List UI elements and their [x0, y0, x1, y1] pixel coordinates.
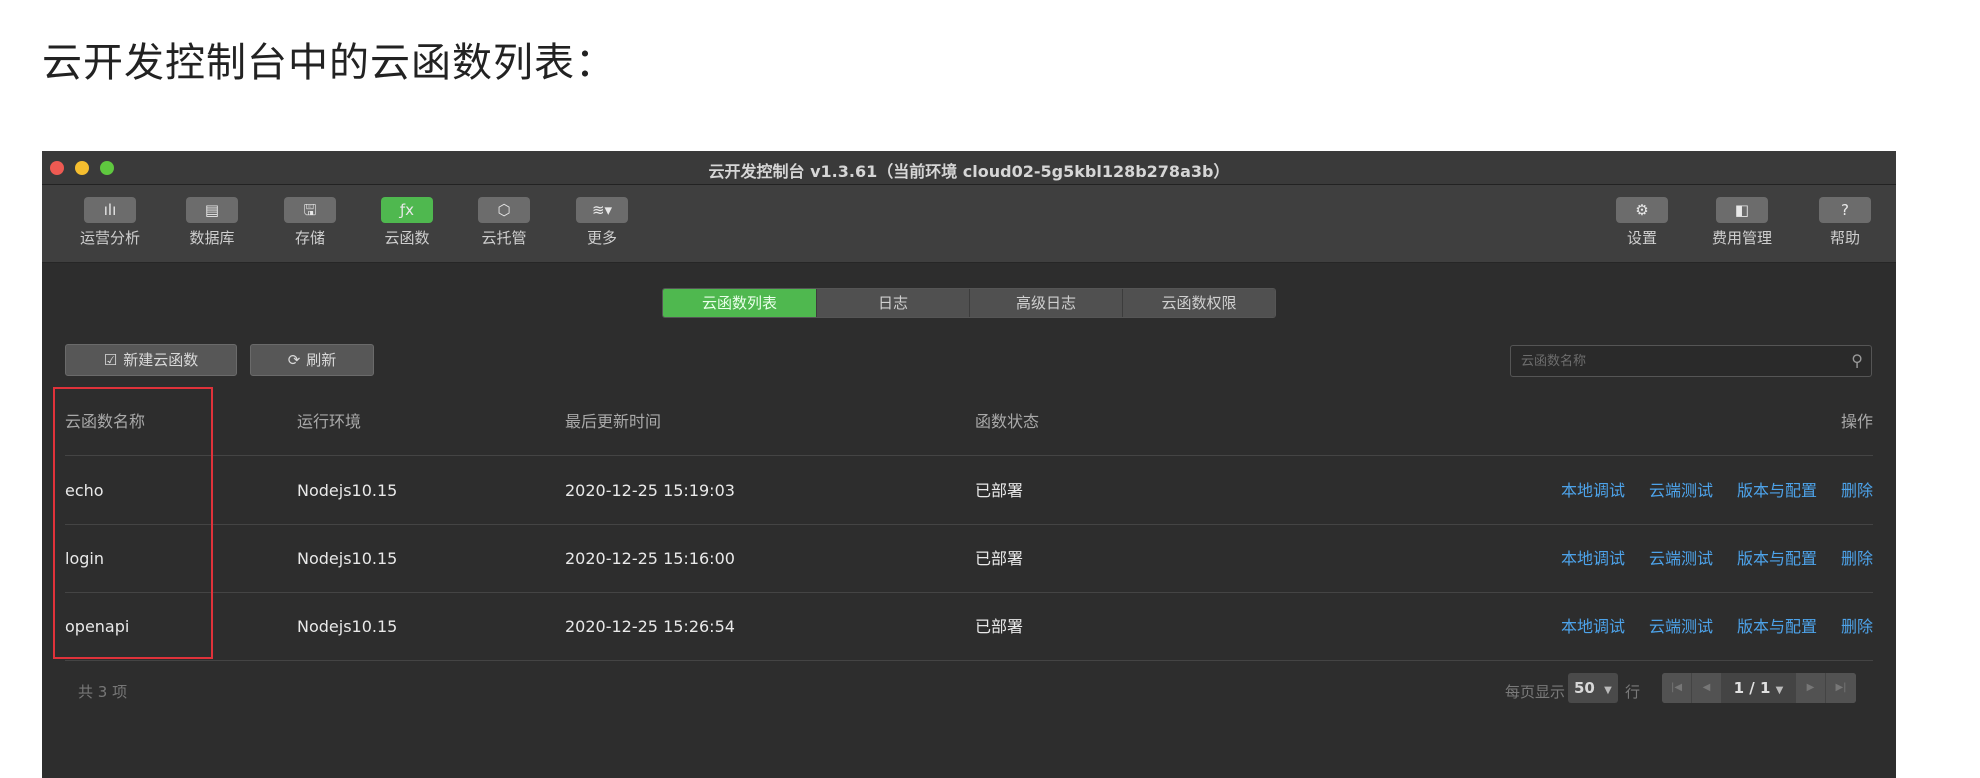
chevron-down-icon: ▼	[1604, 685, 1612, 696]
action-3-link[interactable]: 删除	[1841, 481, 1873, 500]
action-0-link[interactable]: 本地调试	[1561, 481, 1625, 500]
toolbar-billing[interactable]: ◧ 费用管理	[1702, 197, 1782, 248]
toolbar-label: 云函数	[384, 229, 430, 247]
header-time: 最后更新时间	[565, 412, 662, 431]
tab-0[interactable]: 云函数列表	[663, 289, 816, 317]
action-2-link[interactable]: 版本与配置	[1737, 617, 1817, 636]
toolbar-label: 运营分析	[79, 229, 140, 247]
cell-time: 2020-12-25 15:26:54	[565, 617, 735, 636]
function-search: ⚲	[1510, 345, 1872, 377]
help-icon: ?	[1819, 197, 1871, 223]
rows-unit-label: 行	[1625, 683, 1641, 701]
cube-icon: ⬡	[478, 197, 530, 223]
prev-page-icon[interactable]: ◀	[1692, 673, 1722, 703]
cell-status: 已部署	[975, 617, 1024, 636]
page-indicator-text: 1 / 1	[1733, 679, 1771, 697]
chevron-down-icon: ▼	[1775, 685, 1784, 696]
toolbar-label: 设置	[1626, 229, 1657, 247]
toolbar-help[interactable]: ? 帮助	[1805, 197, 1885, 248]
search-icon[interactable]: ⚲	[1851, 351, 1863, 370]
toolbar-gear[interactable]: ⚙ 设置	[1602, 197, 1682, 248]
toolbar-label: 数据库	[189, 229, 235, 247]
toolbar-label: 更多	[586, 229, 617, 247]
toolbar-function[interactable]: ƒx 云函数	[367, 197, 447, 248]
cell-time: 2020-12-25 15:16:00	[565, 549, 735, 568]
new-function-button[interactable]: ☑ 新建云函数	[65, 344, 237, 376]
action-1-link[interactable]: 云端测试	[1649, 617, 1713, 636]
first-page-icon[interactable]: |◀	[1662, 673, 1692, 703]
database-icon: ▤	[186, 197, 238, 223]
refresh-icon: ⟳	[287, 351, 301, 369]
gear-icon: ⚙	[1616, 197, 1668, 223]
cell-time: 2020-12-25 15:19:03	[565, 481, 735, 500]
next-page-icon[interactable]: ▶	[1796, 673, 1826, 703]
table-row: login Nodejs10.15 2020-12-25 15:16:00 已部署 本地…	[65, 525, 1873, 593]
action-3-link[interactable]: 删除	[1841, 617, 1873, 636]
last-page-icon[interactable]: ▶|	[1826, 673, 1856, 703]
action-2-link[interactable]: 版本与配置	[1737, 549, 1817, 568]
action-1-link[interactable]: 云端测试	[1649, 549, 1713, 568]
toolbar-layers[interactable]: ≋▾ 更多	[562, 197, 642, 248]
toolbar-label: 云托管	[481, 229, 527, 247]
action-3-link[interactable]: 删除	[1841, 549, 1873, 568]
edit-icon: ☑	[103, 351, 118, 369]
tab-2[interactable]: 高级日志	[969, 289, 1122, 317]
page-size-select[interactable]: 50 ▼	[1568, 673, 1618, 703]
storage-icon: 🖫	[284, 197, 336, 223]
toolbar-label: 存储	[294, 229, 325, 247]
window-title: 云开发控制台 v1.3.61（当前环境 cloud02-5g5kbl128b27…	[708, 162, 1230, 181]
page-heading: 云开发控制台中的云函数列表：	[42, 40, 616, 86]
toolbar-database[interactable]: ▤ 数据库	[172, 197, 252, 248]
cell-env: Nodejs10.15	[297, 617, 398, 636]
cell-status: 已部署	[975, 549, 1024, 568]
bar-chart-icon: ılı	[84, 197, 136, 223]
page-size-value: 50	[1574, 679, 1595, 697]
cell-status: 已部署	[975, 481, 1024, 500]
function-icon: ƒx	[381, 197, 433, 223]
new-function-label: 新建云函数	[123, 351, 199, 369]
toolbar-cube[interactable]: ⬡ 云托管	[464, 197, 544, 248]
refresh-label: 刷新	[306, 351, 337, 369]
name-column-highlight	[53, 387, 213, 659]
cell-env: Nodejs10.15	[297, 481, 398, 500]
table-header: 云函数名称 运行环境 最后更新时间 函数状态 操作	[65, 388, 1873, 456]
action-0-link[interactable]: 本地调试	[1561, 549, 1625, 568]
toolbar-label: 帮助	[1829, 229, 1860, 247]
action-1-link[interactable]: 云端测试	[1649, 481, 1713, 500]
toolbar-bar-chart[interactable]: ılı 运营分析	[70, 197, 150, 248]
toolbar-label: 费用管理	[1711, 229, 1772, 247]
total-count: 共 3 项	[78, 683, 128, 701]
action-0-link[interactable]: 本地调试	[1561, 617, 1625, 636]
function-tabs: 云函数列表 日志 高级日志 云函数权限	[662, 288, 1276, 318]
header-env: 运行环境	[297, 412, 362, 431]
billing-icon: ◧	[1716, 197, 1768, 223]
header-ops: 操作	[1840, 412, 1873, 431]
layers-icon: ≋▾	[576, 197, 628, 223]
cell-env: Nodejs10.15	[297, 549, 398, 568]
table-row: echo Nodejs10.15 2020-12-25 15:19:03 已部署 本地调…	[65, 457, 1873, 525]
row-actions: 本地调试 云端测试 版本与配置 删除	[1561, 593, 1873, 661]
row-actions: 本地调试 云端测试 版本与配置 删除	[1561, 457, 1873, 525]
tab-1[interactable]: 日志	[816, 289, 969, 317]
header-status: 函数状态	[975, 412, 1040, 431]
pagination: |◀ ◀ 1 / 1 ▼ ▶ ▶|	[1662, 673, 1856, 703]
refresh-button[interactable]: ⟳ 刷新	[250, 344, 374, 376]
toolbar-storage[interactable]: 🖫 存储	[270, 197, 350, 248]
per-page-label: 每页显示	[1505, 683, 1566, 701]
table-row: openapi Nodejs10.15 2020-12-25 15:26:54 已部署…	[65, 593, 1873, 661]
page-indicator[interactable]: 1 / 1 ▼	[1722, 673, 1796, 703]
action-2-link[interactable]: 版本与配置	[1737, 481, 1817, 500]
row-actions: 本地调试 云端测试 版本与配置 删除	[1561, 525, 1873, 593]
title-bar: 云开发控制台 v1.3.61（当前环境 cloud02-5g5kbl128b27…	[42, 151, 1896, 185]
tab-3[interactable]: 云函数权限	[1122, 289, 1275, 317]
search-input[interactable]	[1521, 346, 1821, 376]
toolbar: ılı 运营分析 ▤ 数据库 🖫 存储 ƒx 云函数 ⬡ 云托管 ≋▾ 更多 ⚙ 设置 ◧ 费用管理? 帮助	[42, 185, 1896, 263]
